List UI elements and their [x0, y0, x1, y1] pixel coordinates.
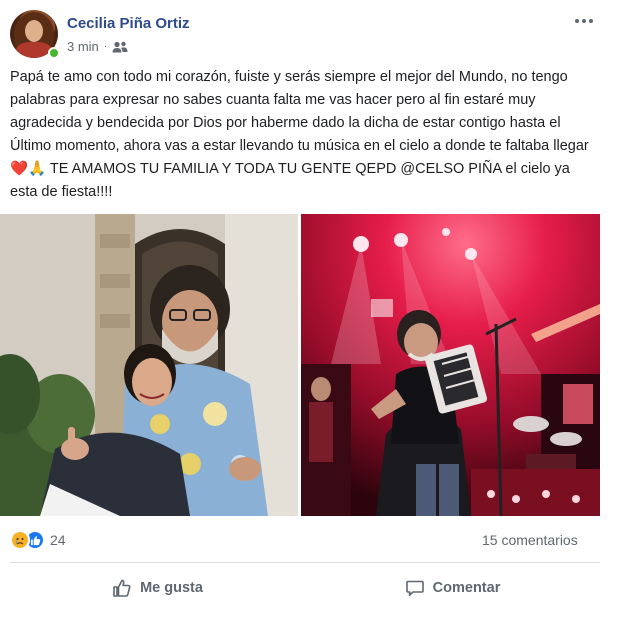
reaction-summary[interactable]: 24	[10, 530, 66, 550]
sad-reaction-icon	[10, 530, 30, 550]
more-options-icon[interactable]	[571, 14, 597, 28]
author-name[interactable]: Cecilia Piña Ortiz	[67, 15, 190, 32]
post-body-tail: TE AMAMOS TU FAMILIA Y TODA TU GENTE QEP…	[10, 161, 570, 200]
photo-family-portrait[interactable]	[0, 214, 298, 516]
comment-button[interactable]: Comentar	[305, 570, 600, 606]
post-actions: Me gusta Comentar	[10, 570, 600, 606]
like-button[interactable]: Me gusta	[10, 570, 305, 606]
post-body-text: Papá te amo con todo mi corazón, fuiste …	[10, 69, 589, 154]
post-text: Papá te amo con todo mi corazón, fuiste …	[10, 66, 600, 204]
heart-emoji: ❤️	[10, 161, 29, 177]
comment-icon	[405, 580, 424, 596]
pray-emoji: 🙏	[28, 161, 47, 177]
photo-family-portrait-image	[0, 214, 298, 516]
photo-concert-stage-image	[301, 214, 600, 516]
actions-divider	[10, 562, 600, 563]
thumbs-up-icon	[113, 579, 131, 597]
comments-count[interactable]: 15 comentarios	[482, 532, 578, 548]
facebook-post: Cecilia Piña Ortiz 3 min · Papá te amo c…	[0, 0, 637, 620]
photo-concert-stage[interactable]	[301, 214, 600, 516]
post-header: Cecilia Piña Ortiz 3 min ·	[8, 10, 608, 60]
photo-grid	[0, 214, 600, 516]
post-meta: 3 min ·	[67, 39, 128, 54]
reaction-count: 24	[50, 532, 66, 548]
comment-button-label: Comentar	[432, 580, 501, 596]
meta-separator: ·	[103, 41, 108, 52]
online-status-icon	[48, 47, 60, 59]
friends-icon[interactable]	[112, 41, 128, 53]
like-button-label: Me gusta	[140, 580, 203, 596]
post-time[interactable]: 3 min	[67, 39, 99, 54]
